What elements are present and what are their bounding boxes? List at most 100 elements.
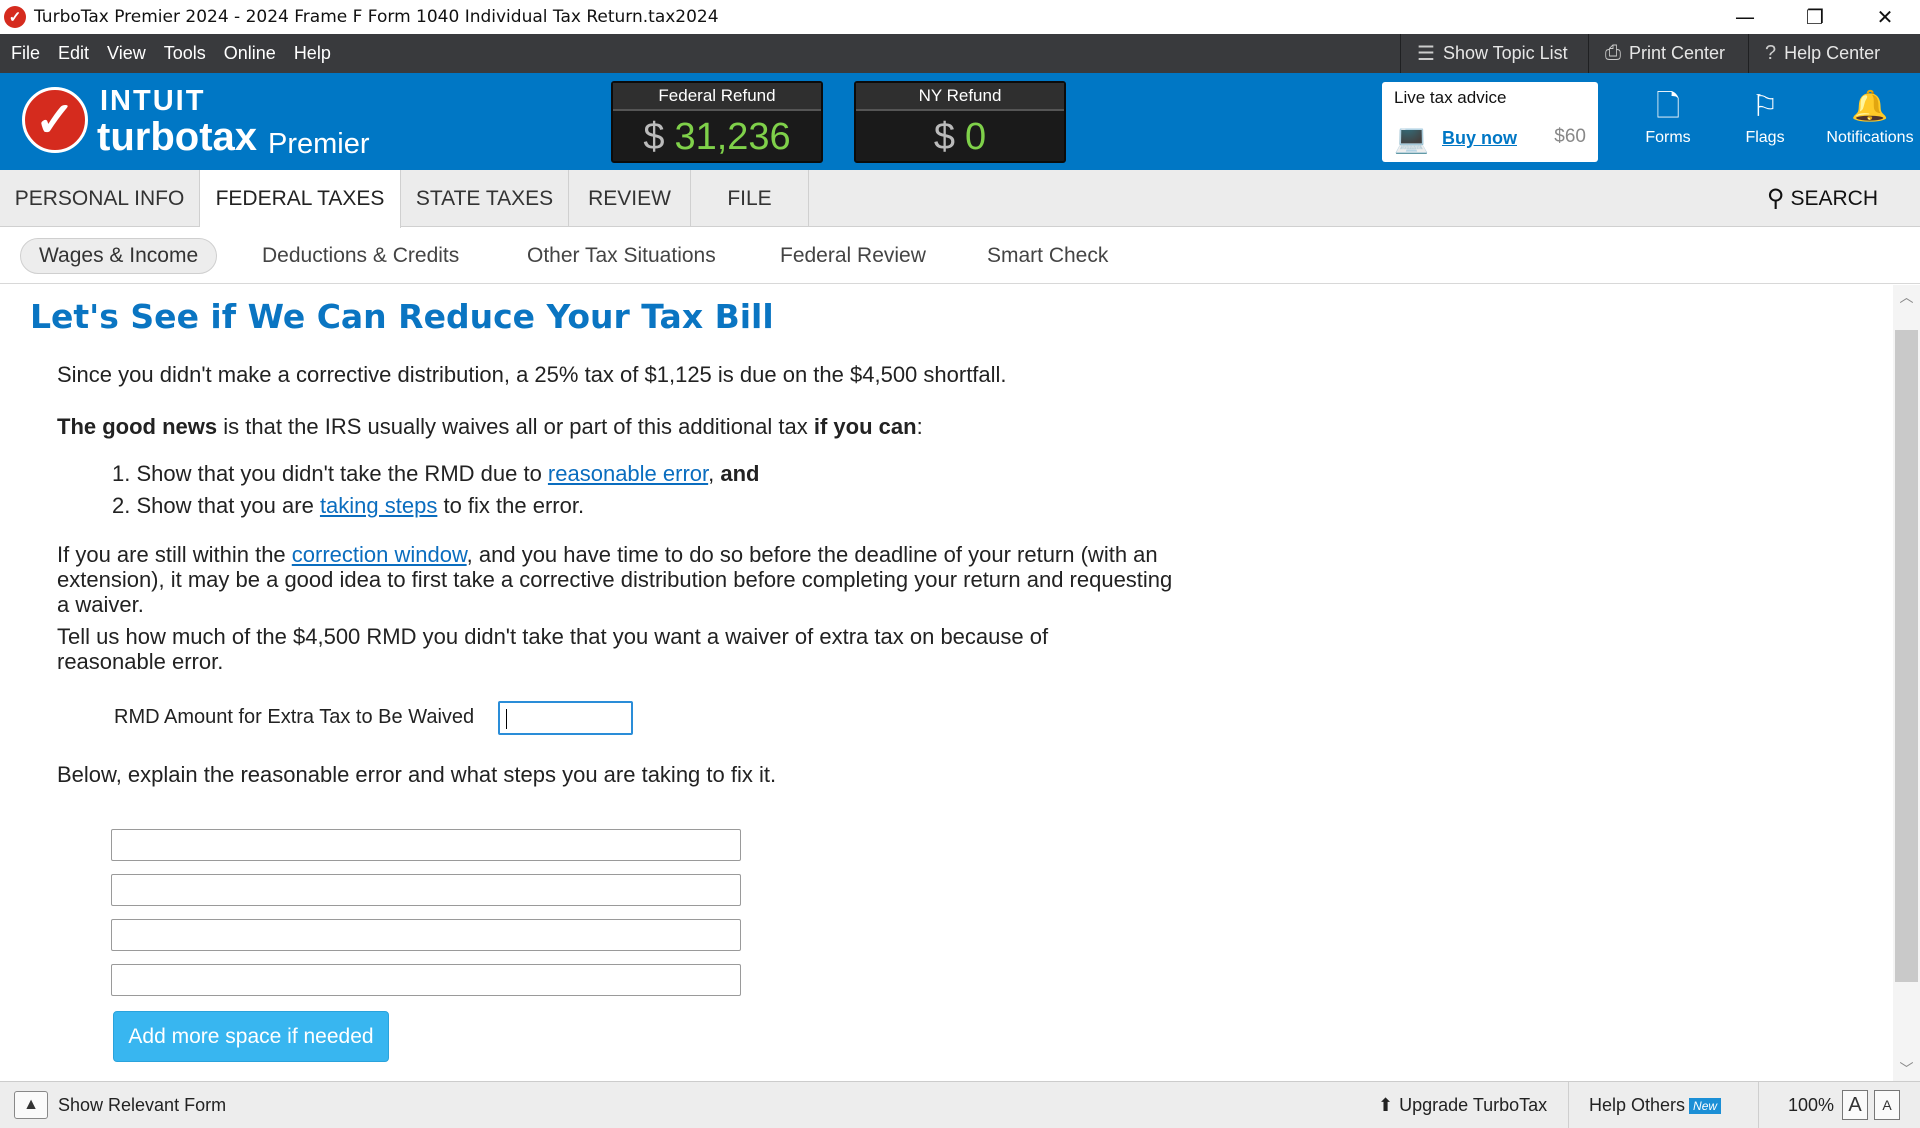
search-label: SEARCH — [1790, 186, 1878, 210]
turbotax-logo-icon: ✓ — [22, 87, 88, 153]
add-more-space-button[interactable]: Add more space if needed — [113, 1011, 389, 1062]
print-center-label: Print Center — [1629, 43, 1726, 63]
list-item: 2. Show that you are taking steps to fix… — [112, 493, 584, 519]
upgrade-turbotax-button[interactable]: ⬆ Upgrade TurboTax — [1378, 1082, 1547, 1128]
search-icon: ⚲ — [1766, 185, 1785, 212]
flags-label: Flags — [1745, 129, 1785, 146]
title-bar: ✓ TurboTax Premier 2024 - 2024 Frame F F… — [0, 0, 1920, 34]
laptop-expert-icon: 💻 — [1394, 123, 1429, 154]
zoom-in-button[interactable]: A — [1842, 1090, 1868, 1120]
reasonable-error-link[interactable]: reasonable error — [548, 461, 708, 486]
sub-tabs: Wages & Income Deductions & Credits Othe… — [0, 228, 1920, 284]
tab-state-taxes[interactable]: STATE TAXES — [401, 170, 569, 227]
zoom-out-button[interactable]: A — [1874, 1090, 1900, 1120]
good-news-bold: The good news — [57, 414, 218, 439]
federal-refund-value: $ 31,236 — [613, 111, 821, 163]
up-arrow-icon: ⬆ — [1378, 1095, 1394, 1115]
brand-edition: Premier — [268, 128, 370, 160]
correction-window-paragraph: If you are still within the correction w… — [57, 542, 1187, 617]
waiver-amount-paragraph: Tell us how much of the $4,500 RMD you d… — [57, 624, 1049, 674]
scroll-up-icon[interactable]: ︿ — [1893, 285, 1920, 309]
text-caret — [506, 709, 507, 729]
good-news-paragraph: The good news is that the IRS usually wa… — [57, 414, 1187, 439]
menu-view[interactable]: View — [107, 43, 146, 64]
subtab-federal-review[interactable]: Federal Review — [780, 238, 926, 274]
explanation-line-3[interactable] — [111, 919, 741, 951]
tab-personal-info[interactable]: PERSONAL INFO — [0, 170, 200, 227]
explanation-line-4[interactable] — [111, 964, 741, 996]
menu-edit[interactable]: Edit — [58, 43, 89, 64]
menu-help[interactable]: Help — [294, 43, 331, 64]
flags-button[interactable]: ⚐ Flags — [1725, 89, 1805, 147]
if-you-can-bold: if you can — [813, 414, 917, 439]
ny-refund-meter[interactable]: NY Refund $ 0 — [854, 81, 1066, 163]
subtab-deductions-credits[interactable]: Deductions & Credits — [262, 238, 459, 274]
ny-refund-currency: $ — [933, 115, 955, 158]
search-button[interactable]: ⚲ SEARCH — [1767, 170, 1878, 227]
subtab-wages-income[interactable]: Wages & Income — [20, 238, 218, 274]
main-tabs: PERSONAL INFO FEDERAL TAXES STATE TAXES … — [0, 170, 1920, 228]
close-button[interactable]: ✕ — [1850, 0, 1920, 34]
advice-price: $60 — [1554, 126, 1586, 147]
tab-review[interactable]: REVIEW — [569, 170, 691, 227]
zoom-level: 100% — [1788, 1095, 1835, 1115]
menu-online[interactable]: Online — [224, 43, 276, 64]
flag-icon: ⚐ — [1751, 90, 1779, 123]
federal-refund-currency: $ — [643, 115, 665, 158]
menu-tools[interactable]: Tools — [164, 43, 206, 64]
window-title: TurboTax Premier 2024 - 2024 Frame F For… — [34, 7, 719, 27]
tab-federal-taxes[interactable]: FEDERAL TAXES — [200, 170, 401, 228]
notifications-label: Notifications — [1826, 129, 1914, 146]
main-content: Let's See if We Can Reduce Your Tax Bill… — [0, 285, 1893, 1081]
printer-icon: ⎙ — [1605, 42, 1621, 64]
ny-refund-value: $ 0 — [856, 111, 1064, 163]
explanation-line-1[interactable] — [111, 829, 741, 861]
minimize-button[interactable]: — — [1710, 0, 1780, 34]
rmd-amount-label: RMD Amount for Extra Tax to Be Waived — [114, 706, 475, 728]
tab-file[interactable]: FILE — [691, 170, 809, 227]
brand-intuit: INTUIT — [100, 85, 206, 117]
help-others-button[interactable]: Help Others New — [1589, 1082, 1722, 1128]
buy-now-link[interactable]: Buy now — [1442, 128, 1517, 149]
upgrade-label: Upgrade TurboTax — [1399, 1095, 1548, 1115]
vertical-scrollbar[interactable]: ︿ ﹀ — [1893, 285, 1920, 1081]
show-relevant-form-label[interactable]: Show Relevant Form — [58, 1082, 226, 1128]
taking-steps-link[interactable]: taking steps — [320, 493, 437, 518]
help-icon: ? — [1765, 42, 1777, 64]
list-number: 2. — [112, 493, 131, 518]
show-form-toggle-icon[interactable]: ▲ — [14, 1091, 48, 1119]
list-text: Show that you are — [136, 493, 320, 518]
federal-refund-label: Federal Refund — [613, 83, 821, 111]
help-center-button[interactable]: ? Help Center — [1748, 34, 1920, 73]
status-divider — [1758, 1082, 1759, 1128]
good-news-text: is that the IRS usually waives all or pa… — [217, 414, 814, 439]
scroll-down-icon[interactable]: ﹀ — [1893, 1057, 1920, 1081]
status-divider — [1568, 1082, 1569, 1128]
scroll-thumb[interactable] — [1895, 330, 1918, 982]
subtab-other-tax-situations[interactable]: Other Tax Situations — [527, 238, 716, 274]
federal-refund-meter[interactable]: Federal Refund $ 31,236 — [611, 81, 823, 163]
notifications-button[interactable]: 🔔 Notifications — [1820, 89, 1920, 147]
forms-button[interactable]: 🗋 Forms — [1628, 89, 1708, 147]
rmd-amount-input[interactable] — [498, 701, 633, 735]
list-icon: ☰ — [1417, 43, 1435, 65]
correction-window-link[interactable]: correction window — [292, 542, 467, 567]
show-topic-list-label: Show Topic List — [1442, 43, 1568, 63]
status-bar: ▲ Show Relevant Form ⬆ Upgrade TurboTax … — [0, 1081, 1920, 1128]
restore-button[interactable]: ❐ — [1780, 0, 1850, 34]
list-text: Show that you didn't take the RMD due to — [136, 461, 548, 486]
document-icon: 🗋 — [1655, 90, 1681, 123]
menu-file[interactable]: File — [11, 43, 40, 64]
print-center-button[interactable]: ⎙ Print Center — [1588, 34, 1748, 73]
brand-turbotax: turbotax — [97, 115, 257, 159]
subtab-smart-check[interactable]: Smart Check — [987, 238, 1108, 274]
federal-refund-amount: 31,236 — [674, 115, 791, 158]
explain-paragraph: Below, explain the reasonable error and … — [57, 762, 777, 787]
explanation-line-2[interactable] — [111, 874, 741, 906]
live-tax-advice-box: Live tax advice 💻 Buy now $60 — [1382, 82, 1598, 162]
correction-window-pre: If you are still within the — [57, 542, 292, 567]
ny-refund-label: NY Refund — [856, 83, 1064, 111]
turbotax-check-icon: ✓ — [4, 6, 26, 28]
show-topic-list-button[interactable]: ☰ Show Topic List — [1400, 34, 1588, 73]
and-bold: and — [720, 461, 760, 486]
